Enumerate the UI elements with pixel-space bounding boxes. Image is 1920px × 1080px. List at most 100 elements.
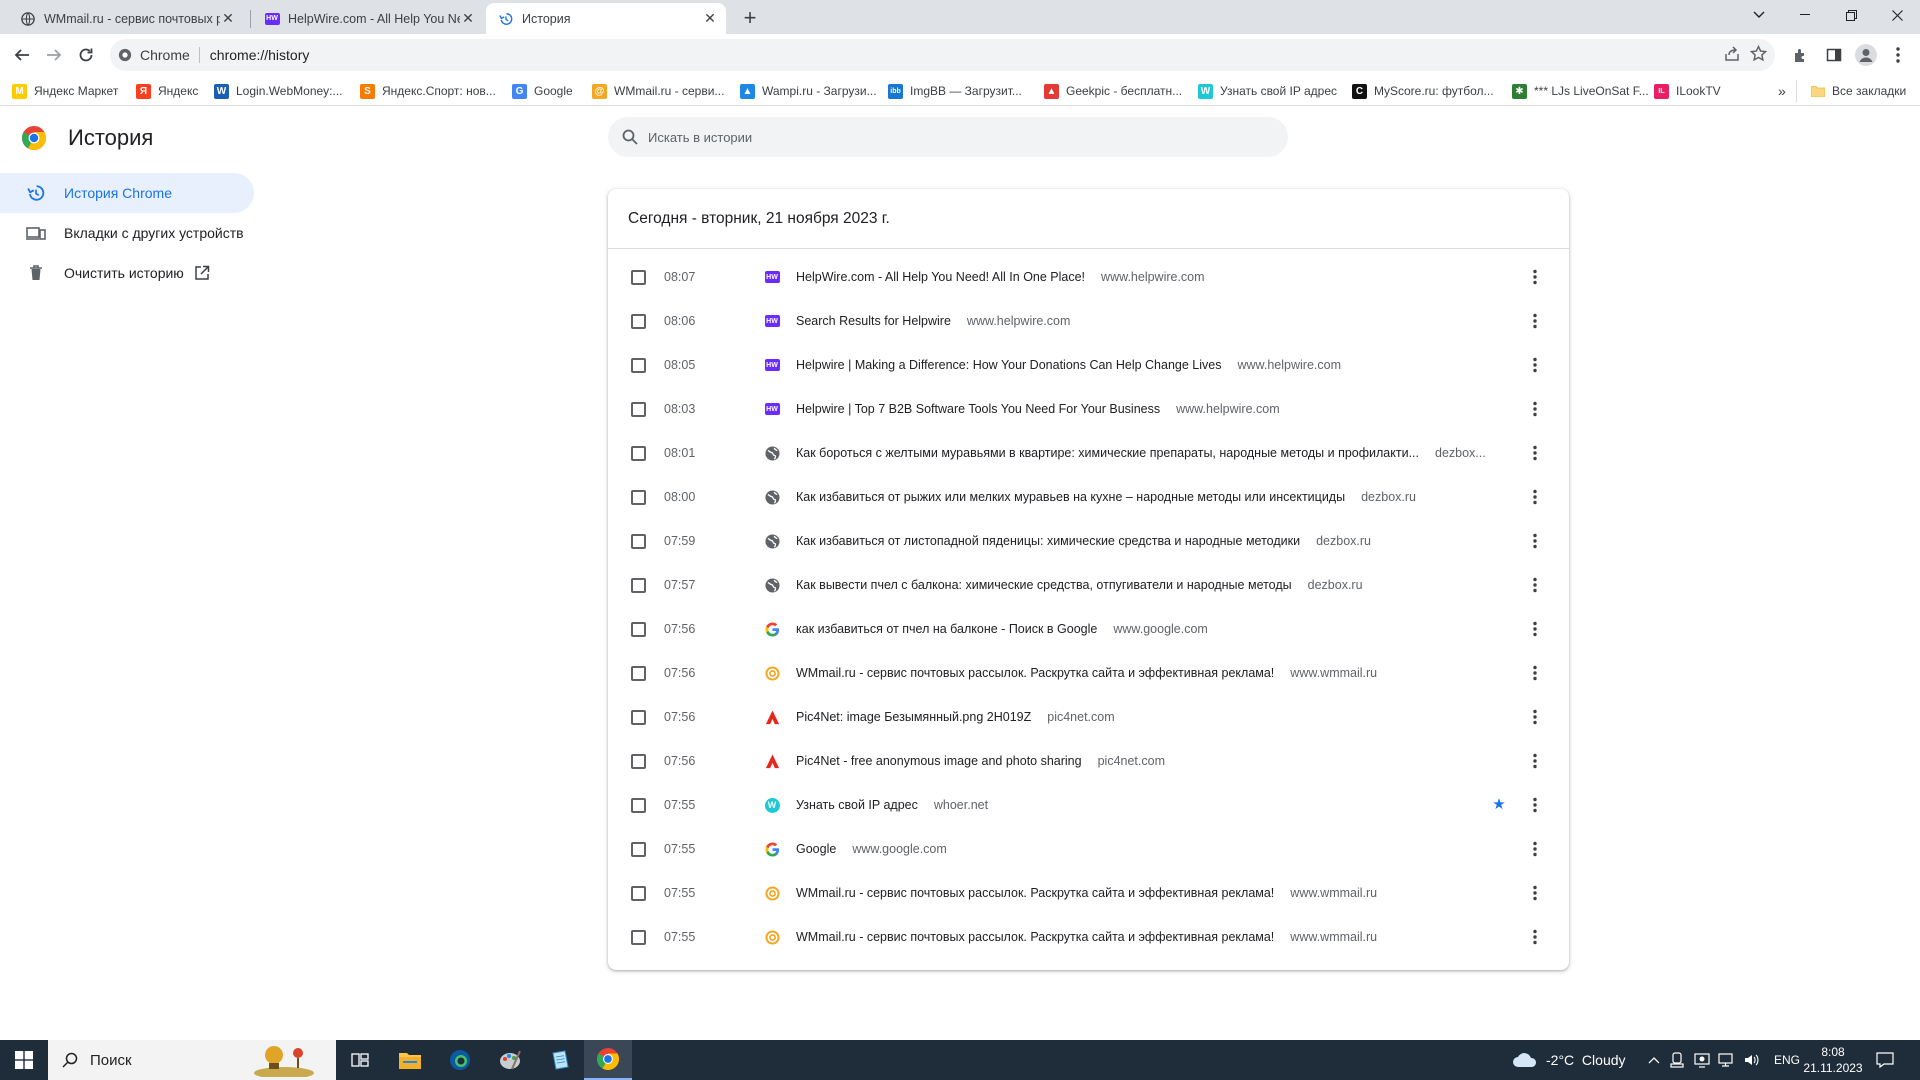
back-button[interactable] [6,39,38,71]
bookmark-yandex-market[interactable]: M Яндекс Маркет [12,82,118,100]
weather-widget[interactable]: -2°C Cloudy [1512,1040,1626,1080]
bookmark-wmmail[interactable]: @ WMmail.ru - серви... [592,82,724,100]
history-row[interactable]: 08:05 HW Helpwire | Making a Difference: H… [608,343,1569,387]
more-actions-icon[interactable] [1525,399,1545,419]
close-icon[interactable]: ✕ [220,10,236,27]
tab-wmmail[interactable]: WMmail.ru - сервис почтовых р ✕ [8,3,244,34]
entry-title-link[interactable]: WMmail.ru - сервис почтовых рассылок. Ра… [796,930,1274,944]
paint-icon[interactable] [486,1040,534,1080]
history-row[interactable]: 07:59 Как избавиться от листопадной пяден… [608,519,1569,563]
language-indicator[interactable]: ENG [1774,1040,1800,1080]
row-checkbox[interactable] [631,797,646,813]
row-checkbox[interactable] [631,753,646,769]
row-checkbox[interactable] [631,577,646,593]
bookmark-imgbb[interactable]: ibb ImgBB — Загрузит... [888,82,1022,100]
entry-title-link[interactable]: Как бороться с желтыми муравьями в кварт… [796,446,1419,460]
side-panel-icon[interactable] [1818,39,1850,71]
more-actions-icon[interactable] [1525,839,1545,859]
entry-title-link[interactable]: WMmail.ru - сервис почтовых рассылок. Ра… [796,886,1274,900]
history-row[interactable]: 07:56 WMmail.ru - сервис почтовых рассыло… [608,651,1569,695]
history-row[interactable]: 08:00 Как избавиться от рыжих или мелких … [608,475,1569,519]
bookmark-webmoney[interactable]: W Login.WebMoney:... [214,82,343,100]
bookmarks-overflow-button[interactable]: » [1778,82,1786,100]
share-icon[interactable] [1724,45,1740,65]
entry-title-link[interactable]: Search Results for Helpwire [796,314,951,328]
entry-title-link[interactable]: Helpwire | Making a Difference: How Your… [796,358,1221,372]
reload-button[interactable] [70,39,102,71]
more-actions-icon[interactable] [1525,927,1545,947]
row-checkbox[interactable] [631,885,646,901]
entry-title-link[interactable]: Как избавиться от рыжих или мелких мурав… [796,490,1345,504]
task-view-icon[interactable] [336,1040,384,1080]
tab-helpwire[interactable]: HW HelpWire.com - All Help You Ne ✕ [252,3,484,34]
row-checkbox[interactable] [631,709,646,725]
extensions-icon[interactable] [1784,39,1816,71]
history-row[interactable]: 07:55 W Узнать свой IP адрес whoer.net ★ [608,783,1569,827]
bookmark-geekpic[interactable]: ▲ Geekpic - бесплатн... [1044,82,1182,100]
address-bar[interactable]: Chrome chrome://history [110,39,1775,71]
bookmark-myscore[interactable]: C MyScore.ru: футбол... [1352,82,1494,100]
entry-title-link[interactable]: HelpWire.com - All Help You Need! All In… [796,270,1085,284]
more-actions-icon[interactable] [1525,575,1545,595]
row-checkbox[interactable] [631,665,646,681]
history-row[interactable]: 08:03 HW Helpwire | Top 7 B2B Software Too… [608,387,1569,431]
history-row[interactable]: 08:07 HW HelpWire.com - All Help You Need!… [608,255,1569,299]
close-icon[interactable]: ✕ [460,10,476,27]
nav-clear-history[interactable]: Очистить историю [0,253,254,293]
all-bookmarks-button[interactable]: Все закладки [1810,82,1906,100]
url-text[interactable]: chrome://history [210,47,310,63]
bookmark-whoer[interactable]: W Узнать свой IP адрес [1198,82,1337,100]
entry-title-link[interactable]: Pic4Net: image Безымянный.png 2H019Z [796,710,1031,724]
bookmark-yandex-sport[interactable]: S Яндекс.Спорт: нов... [360,82,496,100]
row-checkbox[interactable] [631,357,646,373]
site-chip[interactable]: Chrome [118,47,200,63]
row-checkbox[interactable] [631,533,646,549]
volume-icon[interactable] [1744,1040,1760,1080]
more-actions-icon[interactable] [1525,267,1545,287]
bookmark-liveonsat[interactable]: ✱ *** LJs LiveOnSat F... [1512,82,1649,100]
entry-title-link[interactable]: Как избавиться от листопадной пяденицы: … [796,534,1300,548]
entry-title-link[interactable]: как избавиться от пчел на балконе - Поис… [796,622,1097,636]
nav-other-devices[interactable]: Вкладки с других устройств [0,213,254,253]
history-row[interactable]: 07:55 WMmail.ru - сервис почтовых рассыло… [608,871,1569,915]
row-checkbox[interactable] [631,929,646,945]
more-actions-icon[interactable] [1525,355,1545,375]
bookmark-wampi[interactable]: ▲ Wampi.ru - Загрузи... [740,82,877,100]
row-checkbox[interactable] [631,445,646,461]
history-row[interactable]: 07:56 Pic4Net - free anonymous image and … [608,739,1569,783]
chrome-taskbar-icon[interactable] [584,1040,632,1080]
more-actions-icon[interactable] [1525,443,1545,463]
bookmark-star-icon[interactable] [1749,44,1768,65]
bookmark-ilooktv[interactable]: IL ILookTV [1654,82,1721,100]
history-row[interactable]: 07:56 Pic4Net: image Безымянный.png 2H019… [608,695,1569,739]
restore-button[interactable] [1828,0,1874,30]
minimize-button[interactable] [1782,0,1828,30]
row-checkbox[interactable] [631,621,646,637]
history-row[interactable]: 08:01 Как бороться с желтыми муравьями в … [608,431,1569,475]
tab-search-icon[interactable] [1736,0,1782,30]
display-icon[interactable] [1694,1040,1710,1080]
history-row[interactable]: 07:55 Google www.google.com [608,827,1569,871]
network-icon[interactable] [1718,1040,1736,1080]
entry-title-link[interactable]: Как вывести пчел с балкона: химические с… [796,578,1292,592]
tab-history[interactable]: История ✕ [486,3,726,34]
history-row[interactable]: 07:55 WMmail.ru - сервис почтовых рассыло… [608,915,1569,959]
entry-title-link[interactable]: Helpwire | Top 7 B2B Software Tools You … [796,402,1160,416]
new-tab-button[interactable]: + [736,4,764,32]
meet-icon[interactable] [1670,1040,1684,1080]
row-checkbox[interactable] [631,269,646,285]
more-actions-icon[interactable] [1525,619,1545,639]
edge-icon[interactable] [436,1040,484,1080]
forward-button[interactable] [38,39,70,71]
clock[interactable]: 8:08 21.11.2023 [1803,1040,1862,1080]
more-actions-icon[interactable] [1525,795,1545,815]
entry-title-link[interactable]: Pic4Net - free anonymous image and photo… [796,754,1082,768]
history-search[interactable] [608,117,1288,157]
row-checkbox[interactable] [631,489,646,505]
more-actions-icon[interactable] [1525,751,1545,771]
more-actions-icon[interactable] [1525,531,1545,551]
tray-chevron-icon[interactable] [1648,1040,1660,1080]
row-checkbox[interactable] [631,841,646,857]
profile-avatar[interactable] [1850,39,1882,71]
entry-title-link[interactable]: Узнать свой IP адрес [796,798,918,812]
